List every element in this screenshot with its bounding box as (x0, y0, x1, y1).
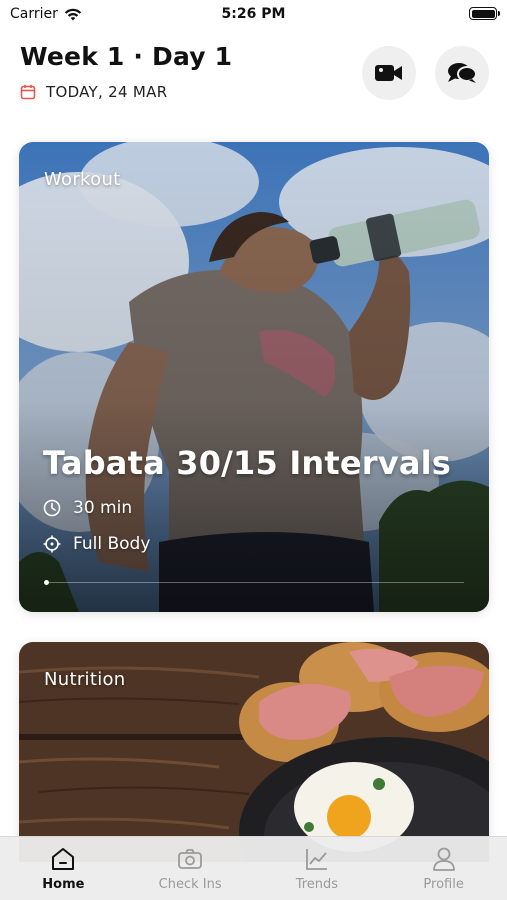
video-call-button[interactable] (362, 46, 416, 100)
workout-card[interactable]: Workout Tabata 30/15 Intervals 30 min Fu… (19, 142, 489, 612)
chat-bubbles-icon (448, 63, 477, 83)
date-label: TODAY, 24 MAR (46, 83, 168, 101)
user-icon (432, 847, 455, 871)
tab-profile[interactable]: Profile (380, 837, 507, 900)
tab-check-ins-label: Check Ins (158, 877, 222, 892)
tab-home[interactable]: Home (0, 837, 127, 900)
nutrition-card-label: Nutrition (44, 669, 126, 690)
workout-focus: Full Body (43, 534, 150, 554)
target-icon (43, 535, 61, 553)
chart-icon (305, 849, 327, 870)
workout-card-label: Workout (44, 169, 121, 190)
tab-profile-label: Profile (423, 877, 464, 892)
tab-bar: Home Check Ins Trends Profile (0, 836, 507, 900)
tab-home-label: Home (42, 877, 85, 892)
date-row: TODAY, 24 MAR (20, 83, 167, 101)
battery-icon (469, 7, 500, 20)
camera-icon (178, 849, 203, 869)
tab-trends-label: Trends (295, 877, 339, 892)
tab-trends[interactable]: Trends (254, 837, 381, 900)
workout-duration: 30 min (43, 498, 132, 518)
calendar-icon (20, 84, 36, 100)
chat-button[interactable] (435, 46, 489, 100)
video-camera-icon (375, 65, 402, 81)
workout-duration-label: 30 min (73, 498, 133, 518)
page-title: Week 1 · Day 1 (20, 42, 233, 71)
workout-title: Tabata 30/15 Intervals (43, 444, 452, 482)
status-time: 5:26 PM (221, 6, 286, 22)
carousel-progress-track (44, 582, 464, 583)
carousel-progress-indicator (44, 580, 49, 585)
clock-icon (43, 499, 61, 517)
workout-focus-label: Full Body (73, 534, 151, 554)
nutrition-card[interactable]: Nutrition (19, 642, 489, 862)
status-bar: Carrier 5:26 PM (0, 0, 507, 30)
home-icon (52, 848, 75, 870)
tab-check-ins[interactable]: Check Ins (127, 837, 254, 900)
